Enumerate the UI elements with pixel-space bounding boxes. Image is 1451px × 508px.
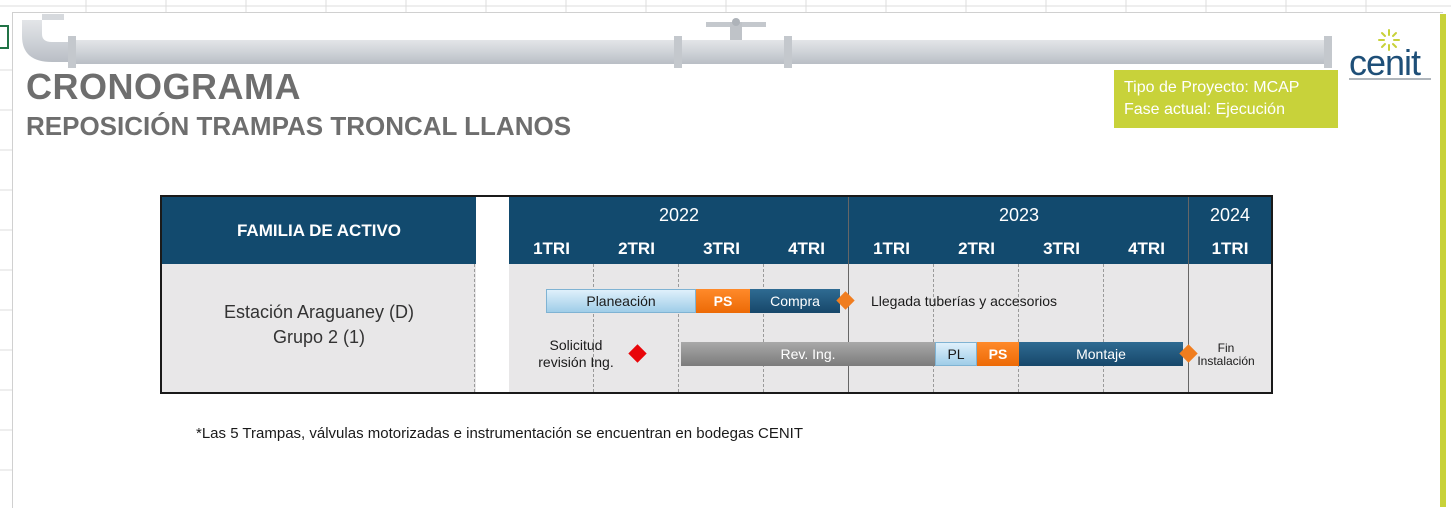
quarter-header: 1TRI bbox=[873, 239, 910, 258]
fin-line: Instalación bbox=[1197, 354, 1255, 368]
task-planeacion: Planeación bbox=[546, 289, 696, 313]
milestone-solicitud-label: Solicitud revisión Ing. bbox=[530, 337, 622, 371]
schedule-table: FAMILIA DE ACTIVO 2022 2023 2024 1TRI 2T… bbox=[160, 195, 1273, 394]
year-2023: 2023 bbox=[998, 205, 1040, 225]
quarter-header: 4TRI bbox=[788, 239, 825, 258]
task-compra: Compra bbox=[750, 289, 840, 313]
solicitud-line: revisión Ing. bbox=[538, 354, 614, 370]
year-2022: 2022 bbox=[658, 205, 700, 225]
quarter-header: 3TRI bbox=[1043, 239, 1080, 258]
pipeline-icon bbox=[22, 14, 1332, 68]
page-subtitle: REPOSICIÓN TRAMPAS TRONCAL LLANOS bbox=[26, 111, 572, 141]
quarter-header: 1TRI bbox=[533, 239, 570, 258]
accent-side-bar bbox=[1440, 14, 1446, 507]
task-pl: PL bbox=[935, 342, 977, 366]
milestone-red-diamond-icon bbox=[628, 344, 647, 363]
quarter-header: 1TRI bbox=[1211, 239, 1249, 258]
quarter-header: 4TRI bbox=[1128, 239, 1165, 258]
quarter-header: 2TRI bbox=[618, 239, 655, 258]
quarter-divider bbox=[1103, 264, 1104, 392]
quarter-divider bbox=[678, 264, 679, 392]
project-phase-text: Fase actual: Ejecución bbox=[1124, 101, 1285, 118]
asset-family-label: Estación Araguaney (D) Grupo 2 (1) bbox=[162, 300, 476, 350]
quarter-divider bbox=[933, 264, 934, 392]
asset-group: Grupo 2 (1) bbox=[272, 327, 366, 347]
family-column-header: FAMILIA DE ACTIVO bbox=[236, 220, 401, 240]
cenit-logo-text: cenit bbox=[1349, 42, 1421, 83]
milestone-llegada-label: Llegada tuberías y accesorios bbox=[871, 293, 1057, 309]
milestone-fin-label: Fin Instalación bbox=[1194, 342, 1258, 368]
quarter-divider bbox=[763, 264, 764, 392]
solicitud-line: Solicitud bbox=[549, 337, 603, 353]
selected-cell-indicator[interactable] bbox=[0, 25, 9, 49]
task-rev-ing: Rev. Ing. bbox=[681, 342, 935, 366]
task-montaje: Montaje bbox=[1019, 342, 1183, 366]
quarter-header: 2TRI bbox=[958, 239, 995, 258]
quarter-header: 3TRI bbox=[703, 239, 740, 258]
quarter-divider bbox=[593, 264, 594, 392]
spacer-column bbox=[476, 197, 509, 392]
project-info-box: Tipo de Proyecto: MCAP Fase actual: Ejec… bbox=[1114, 70, 1338, 128]
task-ps: PS bbox=[696, 289, 750, 313]
quarter-divider bbox=[1018, 264, 1019, 392]
year-2024: 2024 bbox=[1209, 205, 1251, 225]
page-title: CRONOGRAMA bbox=[26, 66, 301, 107]
asset-name: Estación Araguaney (D) bbox=[223, 302, 415, 322]
task-ps-2: PS bbox=[977, 342, 1019, 366]
project-type-text: Tipo de Proyecto: MCAP bbox=[1124, 79, 1300, 96]
footnote: *Las 5 Trampas, válvulas motorizadas e i… bbox=[196, 425, 803, 442]
